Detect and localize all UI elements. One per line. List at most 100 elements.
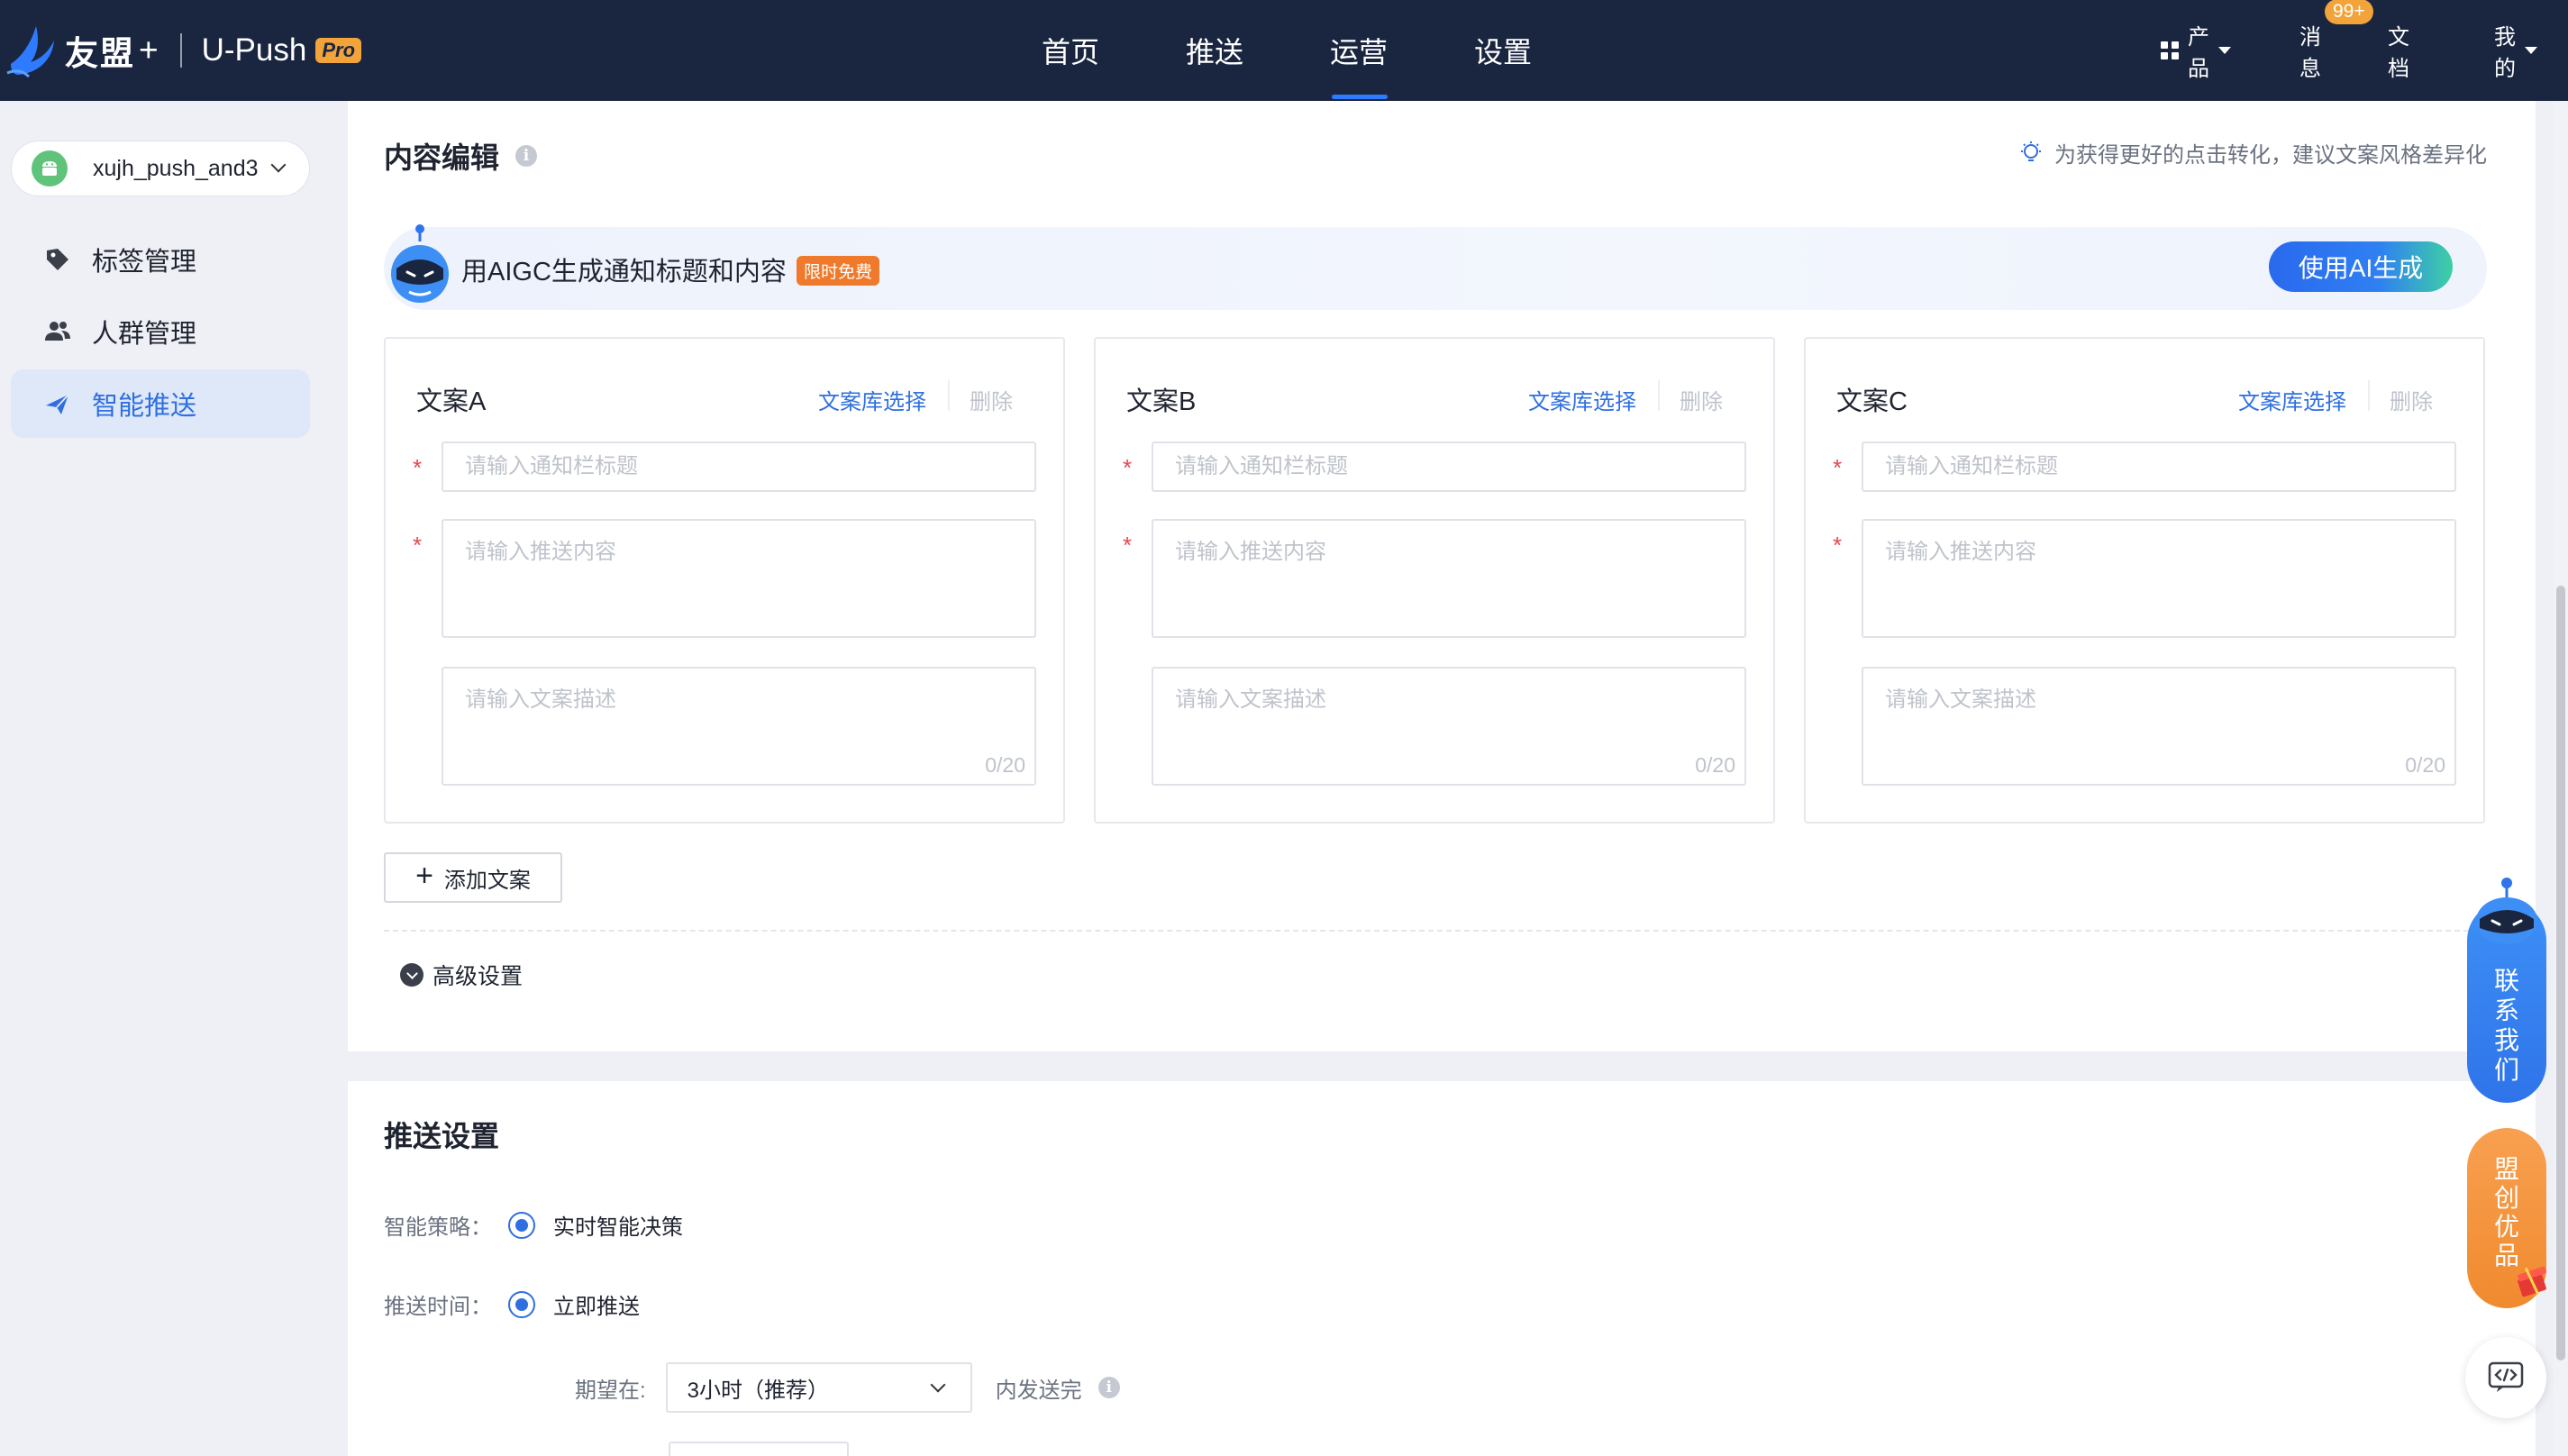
sidebar-item-label: 智能推送 bbox=[92, 392, 197, 421]
top-navigation-bar: 友盟 + U-Push Pro 首页 推送 运营 设置 产品 消息 99+ 文档… bbox=[0, 0, 2568, 101]
notification-title-input[interactable] bbox=[1862, 441, 2456, 492]
sidebar-item-smart-push[interactable]: 智能推送 bbox=[11, 369, 310, 438]
tip-text: 为获得更好的点击转化，建议文案风格差异化 bbox=[2054, 143, 2487, 168]
gift-icon bbox=[2518, 1266, 2546, 1297]
push-content-textarea[interactable] bbox=[442, 519, 1036, 638]
umeng-bird-icon bbox=[6, 26, 54, 78]
android-icon bbox=[32, 150, 68, 187]
nav-home[interactable]: 首页 bbox=[998, 0, 1143, 101]
content-edit-header: 内容编辑 i bbox=[384, 135, 538, 177]
nav-push[interactable]: 推送 bbox=[1143, 0, 1287, 101]
required-mark: * bbox=[1833, 454, 1843, 481]
info-icon[interactable]: i bbox=[1097, 1377, 1120, 1398]
lightbulb-icon bbox=[2021, 141, 2041, 161]
divider bbox=[1658, 380, 1660, 411]
push-now-label[interactable]: 立即推送 bbox=[553, 1288, 640, 1320]
char-counter: 0/20 bbox=[2405, 753, 2445, 777]
add-copy-label: 添加文案 bbox=[443, 868, 531, 893]
send-icon bbox=[46, 394, 69, 414]
caret-down-icon bbox=[2525, 47, 2537, 54]
aigc-text: 用AIGC生成通知标题和内容 bbox=[461, 258, 787, 287]
products-menu[interactable]: 产品 bbox=[2161, 19, 2231, 82]
notification-title-input[interactable] bbox=[1152, 441, 1746, 492]
copy-title: 文案B bbox=[1126, 387, 1197, 416]
strategy-label: 智能策略： bbox=[384, 1215, 492, 1240]
copy-description-textarea[interactable] bbox=[1862, 667, 2456, 786]
strategy-row: 智能策略： 实时智能决策 bbox=[384, 1209, 683, 1241]
push-settings-card: 推送设置 智能策略： 实时智能决策 推送时间： 立即推送 期望在: 3小时（推荐… bbox=[348, 1081, 2536, 1456]
nav-operations[interactable]: 运营 bbox=[1287, 0, 1431, 101]
user-menu[interactable]: 我的 bbox=[2494, 19, 2537, 82]
push-time-label: 推送时间： bbox=[384, 1295, 492, 1319]
expect-label: 期望在: bbox=[575, 1378, 646, 1403]
required-mark: * bbox=[413, 532, 423, 559]
grid-icon bbox=[2161, 41, 2179, 59]
push-now-radio[interactable] bbox=[508, 1290, 535, 1318]
strategy-radio[interactable] bbox=[508, 1211, 535, 1239]
tag-icon bbox=[47, 249, 68, 270]
divider bbox=[2368, 380, 2370, 411]
copy-title: 文案A bbox=[416, 387, 487, 416]
copy-description-textarea[interactable] bbox=[1152, 667, 1746, 786]
copy-library-select-link[interactable]: 文案库选择 bbox=[1528, 384, 1636, 415]
strategy-option-label[interactable]: 实时智能决策 bbox=[553, 1209, 683, 1241]
sidebar-item-tag-management[interactable]: 标签管理 bbox=[11, 225, 310, 294]
info-icon[interactable]: i bbox=[515, 145, 538, 167]
delete-copy-link[interactable]: 删除 bbox=[2390, 384, 2433, 415]
chevron-down-icon bbox=[270, 157, 286, 173]
push-content-textarea[interactable] bbox=[1152, 519, 1746, 638]
add-copy-button[interactable]: + 添加文案 bbox=[384, 852, 562, 903]
copy-tip: 为获得更好的点击转化，建议文案风格差异化 bbox=[2018, 137, 2487, 168]
code-icon bbox=[2488, 1361, 2524, 1392]
delete-copy-link[interactable]: 删除 bbox=[970, 384, 1013, 415]
ai-robot-icon bbox=[391, 224, 449, 303]
copy-card-b: 文案B 文案库选择 删除 * * 0/20 bbox=[1094, 337, 1775, 824]
android-robot-icon bbox=[42, 161, 57, 176]
divider bbox=[948, 380, 950, 411]
messages-label: 消息 bbox=[2299, 25, 2321, 81]
user-menu-label: 我的 bbox=[2494, 25, 2516, 81]
users-icon bbox=[45, 322, 70, 341]
sidebar-item-label: 人群管理 bbox=[92, 320, 197, 349]
ai-generate-button[interactable]: 使用AI生成 bbox=[2269, 241, 2453, 292]
sidebar-item-label: 标签管理 bbox=[92, 248, 197, 277]
messages-badge: 99+ bbox=[2325, 0, 2373, 24]
copy-library-select-link[interactable]: 文案库选择 bbox=[2238, 384, 2346, 415]
advanced-settings-label: 高级设置 bbox=[433, 964, 524, 989]
delete-copy-link[interactable]: 删除 bbox=[1680, 384, 1723, 415]
mengchuang-button[interactable]: 盟创优品 bbox=[2467, 1128, 2546, 1308]
scrollbar-thumb[interactable] bbox=[2556, 586, 2565, 1360]
copy-description-textarea[interactable] bbox=[442, 667, 1036, 786]
partial-input[interactable] bbox=[669, 1442, 849, 1456]
expect-suffix: 内发送完 bbox=[995, 1378, 1082, 1403]
products-label: 产品 bbox=[2188, 25, 2209, 81]
char-counter: 0/20 bbox=[1695, 753, 1735, 777]
chevron-down-icon bbox=[930, 1377, 946, 1393]
messages-link[interactable]: 消息 99+ bbox=[2299, 0, 2373, 82]
char-counter: 0/20 bbox=[985, 753, 1025, 777]
required-mark: * bbox=[1123, 532, 1133, 559]
required-mark: * bbox=[413, 454, 423, 481]
main-navigation: 首页 推送 运营 设置 bbox=[998, 0, 1575, 101]
notification-title-input[interactable] bbox=[442, 441, 1036, 492]
copy-card-c: 文案C 文案库选择 删除 * * 0/20 bbox=[1804, 337, 2485, 824]
push-content-textarea[interactable] bbox=[1862, 519, 2456, 638]
docs-link[interactable]: 文档 bbox=[2388, 19, 2409, 82]
contact-us-button[interactable]: 联系我们 bbox=[2467, 878, 2546, 1103]
contact-us-label: 联系我们 bbox=[2493, 967, 2519, 1084]
robot-icon bbox=[2476, 878, 2537, 944]
logo-divider bbox=[179, 33, 182, 68]
copy-library-select-link[interactable]: 文案库选择 bbox=[818, 384, 926, 415]
code-feedback-button[interactable] bbox=[2465, 1337, 2546, 1418]
expected-duration-select[interactable]: 3小时（推荐） bbox=[665, 1362, 972, 1413]
nav-settings[interactable]: 设置 bbox=[1431, 0, 1575, 101]
umeng-logo[interactable]: 友盟 + U-Push Pro bbox=[5, 16, 362, 85]
advanced-settings-toggle[interactable]: 高级设置 bbox=[400, 959, 523, 991]
product-name: U-Push bbox=[201, 32, 307, 68]
plus-icon: + bbox=[415, 858, 433, 893]
push-time-row: 推送时间： 立即推送 bbox=[384, 1288, 640, 1320]
sidebar: xujh_push_and3 标签管理 人群管理 智能推送 bbox=[0, 101, 348, 1456]
sidebar-item-audience-management[interactable]: 人群管理 bbox=[11, 297, 310, 366]
brand-name: 友盟 bbox=[65, 35, 135, 72]
app-selector[interactable]: xujh_push_and3 bbox=[11, 141, 310, 196]
